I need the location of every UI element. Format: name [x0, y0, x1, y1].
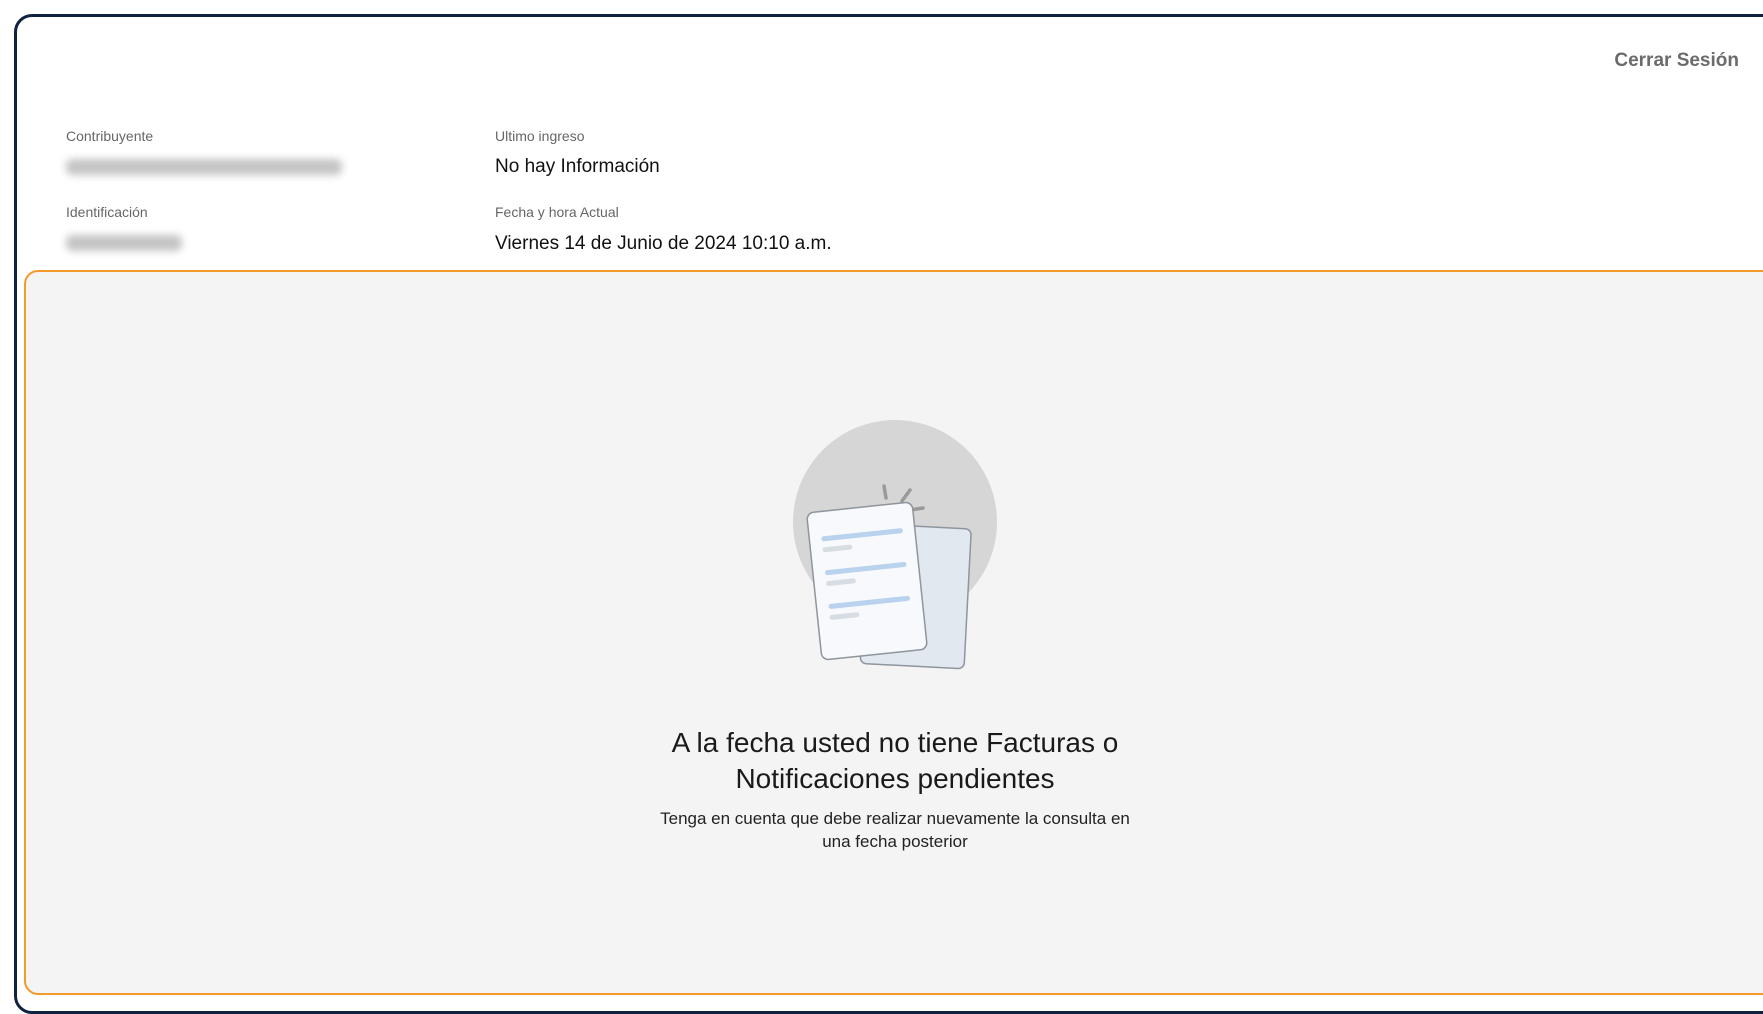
contribuyente-value-redacted: [66, 159, 342, 175]
logout-link[interactable]: Cerrar Sesión: [1614, 50, 1739, 72]
identificacion-label: Identificación: [66, 204, 148, 220]
empty-documents-icon: [793, 420, 997, 670]
identificacion-value-redacted: [66, 235, 182, 251]
ultimo-ingreso-label: Ultimo ingreso: [495, 128, 585, 144]
contribuyente-label: Contribuyente: [66, 128, 154, 144]
empty-state-title: A la fecha usted no tiene Facturas o Not…: [671, 727, 1119, 794]
ultimo-ingreso-value: No hay Información: [495, 156, 660, 177]
fecha-actual-label: Fecha y hora Actual: [495, 204, 619, 220]
empty-state-subtitle: Tenga en cuenta que debe realizar nuevam…: [660, 809, 1130, 851]
fecha-actual-value: Viernes 14 de Junio de 2024 10:10 a.m.: [495, 233, 832, 254]
